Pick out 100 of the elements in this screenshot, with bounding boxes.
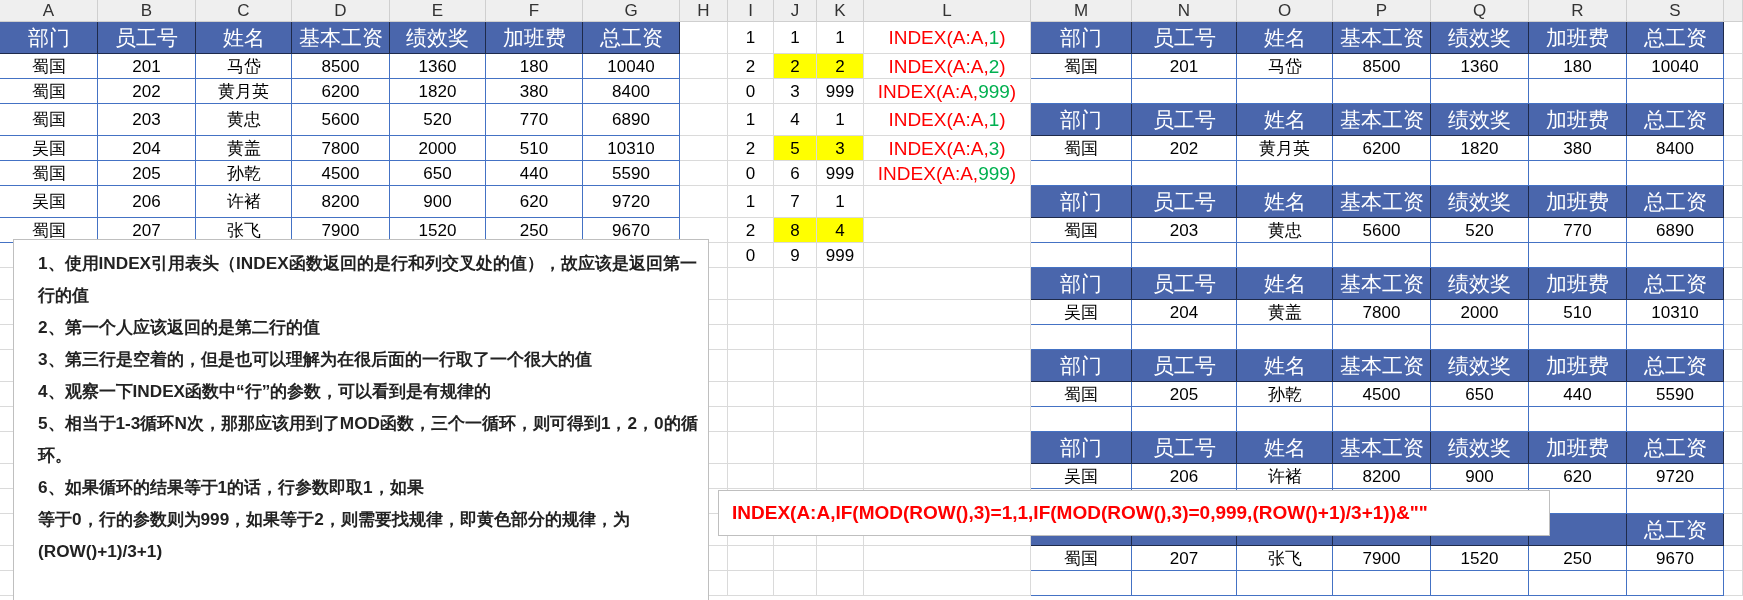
column-header: O bbox=[1237, 0, 1333, 22]
empty-cell bbox=[774, 350, 817, 382]
table-cell: 1820 bbox=[1431, 136, 1529, 161]
empty-cell bbox=[728, 407, 774, 432]
table-cell: 202 bbox=[98, 79, 196, 104]
table-cell: 黄月英 bbox=[196, 79, 292, 104]
table-header-cell: 员工号 bbox=[1132, 22, 1237, 54]
table-cell: 510 bbox=[1529, 300, 1627, 325]
empty-cell bbox=[817, 546, 864, 571]
table-header-cell: 绩效奖 bbox=[390, 22, 486, 54]
column-header: B bbox=[98, 0, 196, 22]
table-cell: 许褚 bbox=[1237, 464, 1333, 489]
empty-cell bbox=[774, 546, 817, 571]
table-cell: 203 bbox=[98, 104, 196, 136]
table-cell: 吴国 bbox=[0, 186, 98, 218]
table-cell: 10310 bbox=[583, 136, 680, 161]
table-cell: 900 bbox=[1431, 464, 1529, 489]
empty-cell bbox=[1724, 186, 1743, 218]
table-header-cell: 员工号 bbox=[1132, 104, 1237, 136]
table-header-cell: 部门 bbox=[1031, 432, 1132, 464]
empty-cell bbox=[1724, 243, 1743, 268]
empty-cell bbox=[1724, 161, 1743, 186]
empty-cell bbox=[1724, 350, 1743, 382]
table-header-cell: 基本工资 bbox=[292, 22, 390, 54]
table-header-cell: 基本工资 bbox=[1333, 186, 1431, 218]
table-cell: 180 bbox=[1529, 54, 1627, 79]
note-text: 1、使用INDEX引用表头（INDEX函数返回的是行和列交叉处的值），故应该是返回第一行的值 bbox=[38, 252, 698, 307]
table-cell: 999 bbox=[817, 79, 864, 104]
table-cell: 张飞 bbox=[1237, 546, 1333, 571]
table-header-cell: 员工号 bbox=[1132, 432, 1237, 464]
table-cell: 1 bbox=[728, 22, 774, 54]
table-cell: 8500 bbox=[292, 54, 390, 79]
empty-cell bbox=[1724, 136, 1743, 161]
table-cell: 6890 bbox=[583, 104, 680, 136]
table-cell: 1520 bbox=[1431, 546, 1529, 571]
table-header-cell: 绩效奖 bbox=[1431, 22, 1529, 54]
empty-cell bbox=[1724, 300, 1743, 325]
empty-cell bbox=[774, 432, 817, 464]
empty-cell bbox=[728, 268, 774, 300]
table-cell: 205 bbox=[98, 161, 196, 186]
table-cell: 3 bbox=[774, 79, 817, 104]
column-header: M bbox=[1031, 0, 1132, 22]
table-cell: 7800 bbox=[1333, 300, 1431, 325]
empty-cell bbox=[817, 382, 864, 407]
table-header-cell: 总工资 bbox=[583, 22, 680, 54]
empty-cell bbox=[1724, 571, 1743, 596]
empty-cell bbox=[817, 432, 864, 464]
column-header: G bbox=[583, 0, 680, 22]
table-cell: 1360 bbox=[1431, 54, 1529, 79]
table-header-cell: 部门 bbox=[1031, 22, 1132, 54]
table-cell: 180 bbox=[486, 54, 583, 79]
table-header-cell: 加班费 bbox=[1529, 186, 1627, 218]
table-header-cell: 员工号 bbox=[1132, 268, 1237, 300]
note-text: 6、如果循环的结果等于1的话，行参数即取1，如果 bbox=[38, 476, 425, 499]
note-text: 3、第三行是空着的，但是也可以理解为在很后面的一行取了一个很大的值 bbox=[38, 348, 593, 371]
table-cell: 马岱 bbox=[1237, 54, 1333, 79]
table-cell: 4500 bbox=[1333, 382, 1431, 407]
table-header-cell: 部门 bbox=[1031, 268, 1132, 300]
table-cell: 620 bbox=[486, 186, 583, 218]
column-header: N bbox=[1132, 0, 1237, 22]
table-cell: 770 bbox=[486, 104, 583, 136]
empty-cell bbox=[1724, 407, 1743, 432]
table-cell: 203 bbox=[1132, 218, 1237, 243]
table-cell: 蜀国 bbox=[0, 79, 98, 104]
table-header-cell: 部门 bbox=[0, 22, 98, 54]
table-cell: 许褚 bbox=[196, 186, 292, 218]
table-cell: 440 bbox=[486, 161, 583, 186]
empty-cell bbox=[728, 571, 774, 596]
empty-cell bbox=[728, 350, 774, 382]
table-cell: 4500 bbox=[292, 161, 390, 186]
table-header-cell: 员工号 bbox=[1132, 186, 1237, 218]
column-header: S bbox=[1627, 0, 1724, 22]
table-cell: 2 bbox=[774, 54, 817, 79]
empty-cell bbox=[774, 571, 817, 596]
table-header-cell: 姓名 bbox=[1237, 350, 1333, 382]
table-cell: 1 bbox=[728, 186, 774, 218]
column-header: K bbox=[817, 0, 864, 22]
table-header-cell: 基本工资 bbox=[1333, 268, 1431, 300]
empty-cell bbox=[728, 464, 774, 489]
column-header: H bbox=[680, 0, 728, 22]
empty-cell bbox=[1724, 54, 1743, 79]
empty-cell bbox=[680, 79, 728, 104]
empty-cell bbox=[728, 382, 774, 407]
empty-cell bbox=[728, 300, 774, 325]
table-header-cell: 员工号 bbox=[1132, 350, 1237, 382]
table-cell: 0 bbox=[728, 161, 774, 186]
empty-cell bbox=[1724, 464, 1743, 489]
empty-cell bbox=[680, 186, 728, 218]
table-cell: 蜀国 bbox=[0, 104, 98, 136]
table-cell: 1 bbox=[728, 104, 774, 136]
column-header: J bbox=[774, 0, 817, 22]
table-header-cell: 加班费 bbox=[486, 22, 583, 54]
table-header-cell: 加班费 bbox=[1529, 22, 1627, 54]
table-cell: 5600 bbox=[1333, 218, 1431, 243]
column-header: P bbox=[1333, 0, 1431, 22]
table-cell: 201 bbox=[1132, 54, 1237, 79]
note-text: 5、相当于1-3循环N次，那那应该用到了MOD函数，三个一循环，则可得到1，2，0的循环。 bbox=[38, 412, 699, 467]
table-cell: 黄盖 bbox=[1237, 300, 1333, 325]
table-cell: 吴国 bbox=[0, 136, 98, 161]
column-header: F bbox=[486, 0, 583, 22]
